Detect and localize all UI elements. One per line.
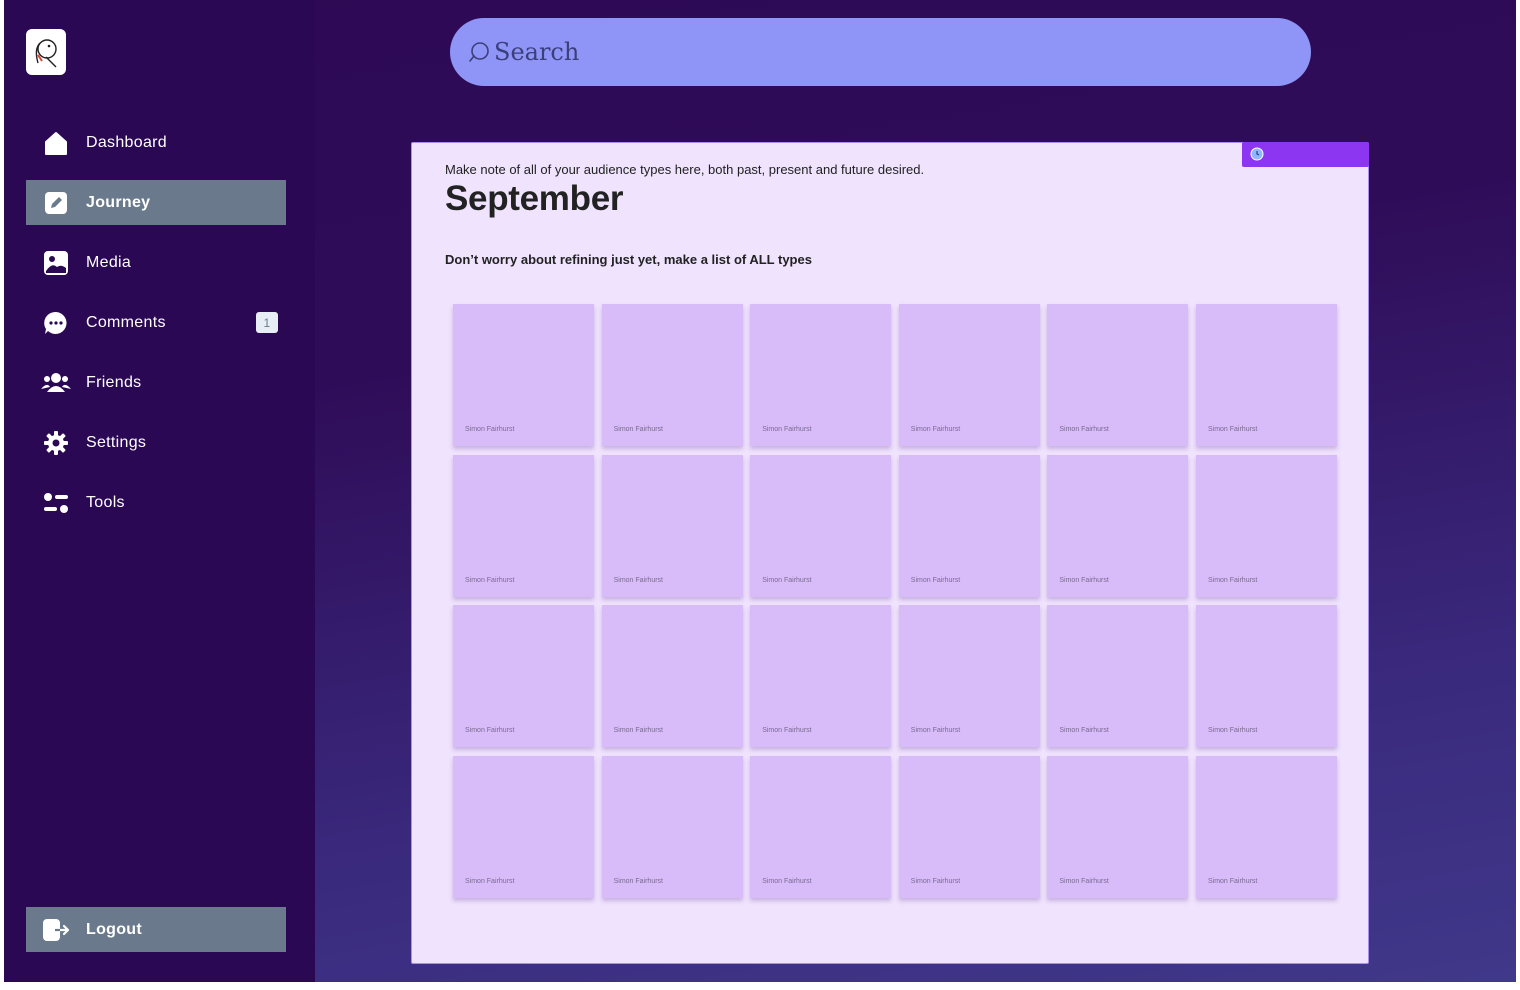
note-author: Simon Fairhurst: [613, 576, 663, 584]
sticky-note[interactable]: Simon Fairhurst: [453, 454, 594, 597]
comments-count-badge: 1: [256, 312, 278, 333]
sticky-note[interactable]: Simon Fairhurst: [898, 755, 1040, 898]
sticky-note[interactable]: Simon Fairhurst: [1195, 454, 1337, 597]
sticky-note[interactable]: Simon Fairhurst: [1195, 605, 1337, 748]
sticky-note[interactable]: Simon Fairhurst: [750, 454, 892, 597]
note-author: Simon Fairhurst: [910, 576, 961, 584]
search-input[interactable]: [492, 37, 1256, 67]
board-tab[interactable]: [1242, 142, 1369, 167]
app-window: Dashboard Journey Media Comments 1 Frien…: [4, 0, 1516, 982]
edit-icon: [41, 188, 71, 218]
note-author: Simon Fairhurst: [910, 426, 961, 433]
sticky-note[interactable]: Simon Fairhurst: [453, 605, 594, 748]
note-author: Simon Fairhurst: [1207, 576, 1258, 584]
sticky-note[interactable]: Simon Fairhurst: [1195, 304, 1337, 446]
sticky-note[interactable]: Simon Fairhurst: [601, 454, 743, 597]
sidebar-item-comments[interactable]: Comments 1: [26, 300, 286, 345]
search-bar[interactable]: [450, 18, 1311, 86]
note-author: Simon Fairhurst: [1059, 877, 1109, 885]
board-title: September: [445, 179, 624, 218]
sidebar-item-label: Friends: [86, 373, 142, 391]
journey-board: Make note of all of your audience types …: [411, 142, 1369, 964]
sticky-note[interactable]: Simon Fairhurst: [601, 304, 743, 446]
logout-button[interactable]: Logout: [26, 907, 286, 952]
sticky-note[interactable]: Simon Fairhurst: [750, 605, 892, 748]
note-author: Simon Fairhurst: [465, 727, 515, 735]
sticky-note[interactable]: Simon Fairhurst: [898, 304, 1040, 446]
sticky-note[interactable]: Simon Fairhurst: [1047, 605, 1189, 748]
logout-icon: [41, 915, 71, 945]
note-author: Simon Fairhurst: [1059, 576, 1109, 584]
sticky-note[interactable]: Simon Fairhurst: [1047, 304, 1189, 446]
sticky-note[interactable]: Simon Fairhurst: [453, 304, 594, 446]
logout-label: Logout: [86, 920, 142, 938]
group-icon: [41, 368, 71, 398]
sticky-note[interactable]: Simon Fairhurst: [453, 755, 594, 898]
image-icon: [41, 248, 71, 278]
sticky-note[interactable]: Simon Fairhurst: [601, 755, 743, 898]
note-author: Simon Fairhurst: [613, 727, 663, 735]
sidebar-item-friends[interactable]: Friends: [26, 360, 286, 405]
sidebar-item-label: Settings: [86, 433, 147, 451]
board-prompt: Don’t worry about refining just yet, mak…: [445, 252, 812, 267]
clock-icon: [1250, 147, 1264, 161]
note-author: Simon Fairhurst: [1059, 426, 1109, 433]
sliders-icon: [41, 488, 71, 518]
note-author: Simon Fairhurst: [613, 877, 663, 885]
sidebar-item-dashboard[interactable]: Dashboard: [26, 120, 286, 165]
chat-icon: [41, 308, 71, 338]
note-author: Simon Fairhurst: [762, 576, 812, 584]
search-icon: [468, 41, 490, 63]
sticky-note[interactable]: Simon Fairhurst: [1047, 755, 1189, 898]
note-author: Simon Fairhurst: [465, 576, 515, 584]
sticky-note[interactable]: Simon Fairhurst: [750, 304, 892, 446]
sticky-note[interactable]: Simon Fairhurst: [601, 605, 743, 748]
sidebar-item-label: Dashboard: [86, 133, 167, 151]
note-author: Simon Fairhurst: [1059, 727, 1109, 735]
note-author: Simon Fairhurst: [465, 426, 515, 433]
sticky-note[interactable]: Simon Fairhurst: [898, 605, 1040, 748]
note-author: Simon Fairhurst: [465, 877, 515, 885]
home-icon: [41, 128, 71, 158]
sidebar-item-settings[interactable]: Settings: [26, 420, 286, 465]
note-author: Simon Fairhurst: [613, 426, 663, 433]
sticky-note[interactable]: Simon Fairhurst: [898, 454, 1040, 597]
gear-icon: [41, 428, 71, 458]
sidebar: Dashboard Journey Media Comments 1 Frien…: [4, 0, 315, 982]
sticky-note[interactable]: Simon Fairhurst: [1047, 454, 1189, 597]
sidebar-item-label: Media: [86, 253, 132, 271]
app-logo[interactable]: [26, 29, 66, 75]
note-author: Simon Fairhurst: [910, 877, 961, 885]
sidebar-item-label: Journey: [86, 193, 151, 211]
sidebar-item-media[interactable]: Media: [26, 240, 286, 285]
note-author: Simon Fairhurst: [762, 877, 812, 885]
board-subtitle: Make note of all of your audience types …: [445, 162, 925, 177]
note-author: Simon Fairhurst: [762, 426, 812, 433]
note-author: Simon Fairhurst: [1207, 426, 1258, 433]
notes-grid: Simon Fairhurst Simon Fairhurst Simon Fa…: [453, 304, 1337, 898]
sticky-note[interactable]: Simon Fairhurst: [750, 755, 892, 898]
note-author: Simon Fairhurst: [910, 727, 961, 735]
sidebar-item-label: Tools: [86, 493, 125, 511]
note-author: Simon Fairhurst: [1207, 727, 1258, 735]
sidebar-item-journey[interactable]: Journey: [26, 180, 286, 225]
sidebar-item-label: Comments: [86, 313, 166, 331]
sidebar-item-tools[interactable]: Tools: [26, 480, 286, 525]
note-author: Simon Fairhurst: [762, 727, 812, 735]
note-author: Simon Fairhurst: [1207, 877, 1258, 885]
sticky-note[interactable]: Simon Fairhurst: [1195, 755, 1337, 898]
bird-logo-icon: [35, 39, 57, 68]
